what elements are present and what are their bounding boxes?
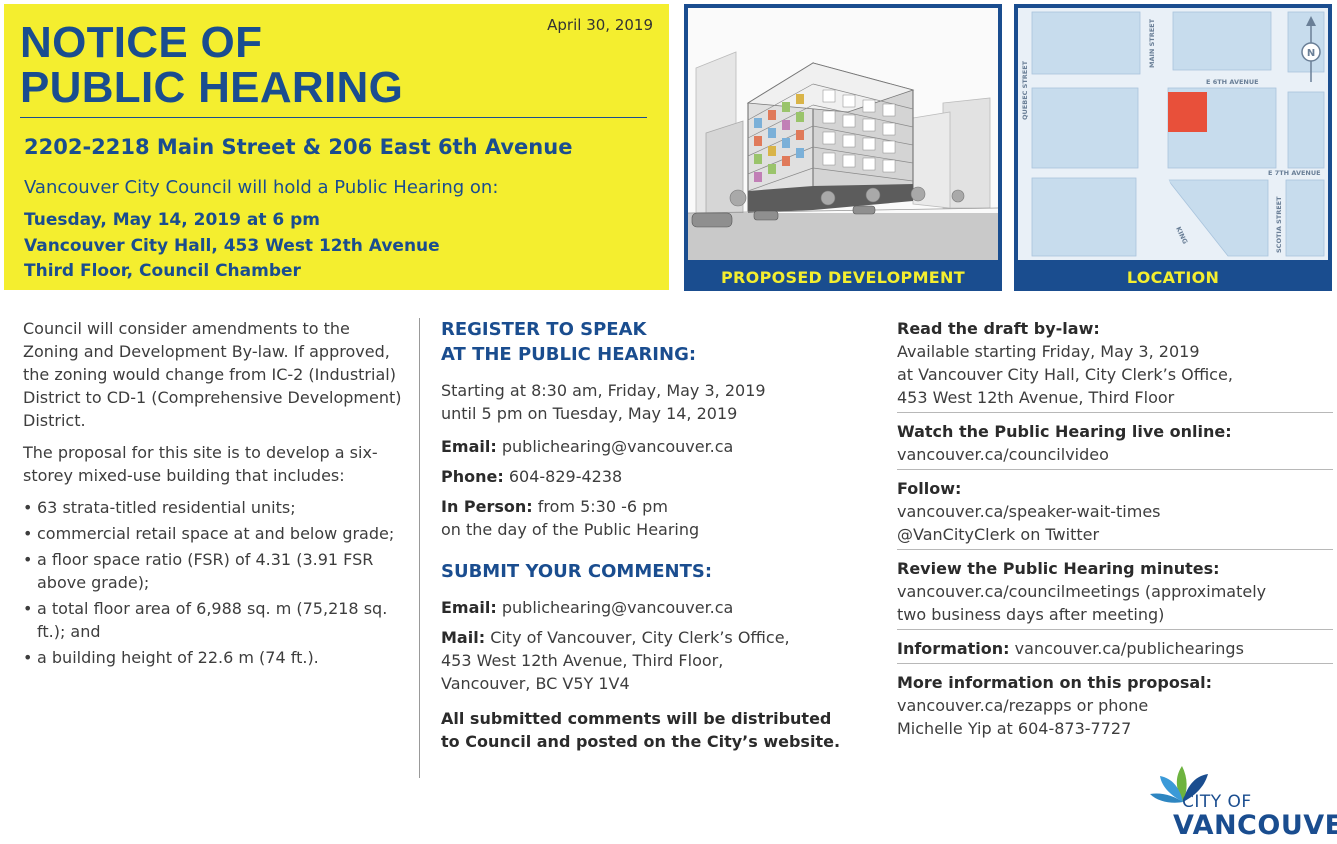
map-label-scotia: SCOTIA STREET (1275, 196, 1283, 253)
submit-email-link[interactable]: publichearing@vancouver.ca (502, 598, 734, 617)
general-info: Information: vancouver.ca/publichearings (897, 637, 1333, 664)
register-heading: REGISTER TO SPEAK AT THE PUBLIC HEARING: (441, 319, 697, 365)
map-label-main-street: MAIN STREET (1148, 18, 1156, 68)
list-item: a building height of 22.6 m (74 ft.). (23, 646, 403, 669)
svg-text:N: N (1307, 48, 1315, 59)
notice-date: April 30, 2019 (547, 16, 653, 34)
council-video-link[interactable]: vancouver.ca/councilvideo (897, 443, 1333, 466)
speaker-wait-times-link[interactable]: vancouver.ca/speaker-wait-times (897, 500, 1333, 523)
comments-note: All submitted comments will be distribut… (441, 709, 841, 751)
header-divider (20, 117, 647, 118)
register-and-submit: REGISTER TO SPEAK AT THE PUBLIC HEARING:… (441, 317, 881, 753)
submit-mail: Mail: City of Vancouver, City Clerk’s Of… (441, 628, 790, 693)
council-meetings-link[interactable]: vancouver.ca/councilmeetings (approximat… (897, 580, 1333, 603)
proposal-paragraph: The proposal for this site is to develop… (23, 443, 378, 485)
registration-window: Starting at 8:30 am, Friday, May 3, 2019… (441, 381, 766, 423)
map-label-e7: E 7TH AVENUE (1268, 169, 1321, 177)
hearing-room: Third Floor, Council Chamber (24, 261, 301, 281)
location-panel: MAIN STREET QUEBEC STREET E 6TH AVENUE E… (1014, 4, 1332, 291)
page-title: NOTICE OF PUBLIC HEARING (20, 20, 403, 110)
location-map-image: MAIN STREET QUEBEC STREET E 6TH AVENUE E… (1018, 8, 1328, 260)
logo-city-of: CITY OF (1182, 792, 1252, 812)
column-divider (419, 318, 420, 778)
site-address: 2202-2218 Main Street & 206 East 6th Ave… (24, 135, 573, 159)
hearing-venue: Vancouver City Hall, 453 West 12th Avenu… (24, 235, 440, 256)
register-email-link[interactable]: publichearing@vancouver.ca (502, 437, 734, 456)
submit-email: Email: publichearing@vancouver.ca (441, 598, 734, 617)
hearing-date-time: Tuesday, May 14, 2019 at 6 pm (24, 210, 321, 230)
watch-live-info: Watch the Public Hearing live online: va… (897, 420, 1333, 470)
map-label-quebec-street: QUEBEC STREET (1021, 60, 1029, 120)
information-column: Read the draft by-law: Available startin… (897, 317, 1333, 750)
hearing-details: Tuesday, May 14, 2019 at 6 pm Vancouver … (24, 208, 440, 285)
logo-vancouver: VANCOUVER (1173, 810, 1337, 841)
site-marker (1168, 92, 1207, 132)
title-line-1: NOTICE OF (20, 18, 263, 67)
minutes-info: Review the Public Hearing minutes: vanco… (897, 557, 1333, 630)
register-in-person: In Person: from 5:30 -6 pm on the day of… (441, 497, 700, 539)
location-map: MAIN STREET QUEBEC STREET E 6TH AVENUE E… (1018, 8, 1328, 260)
rezapps-link[interactable]: vancouver.ca/rezapps or phone (897, 694, 1333, 717)
list-item: a floor space ratio (FSR) of 4.31 (3.91 … (23, 548, 403, 594)
notice-header: April 30, 2019 NOTICE OF PUBLIC HEARING … (4, 4, 669, 290)
proposed-development-caption: PROPOSED DEVELOPMENT (721, 268, 965, 287)
list-item: 63 strata-titled residential units; (23, 496, 403, 519)
building-rendering-image (688, 8, 998, 260)
proposal-info: More information on this proposal: vanco… (897, 671, 1333, 743)
register-phone: Phone: 604-829-4238 (441, 467, 623, 486)
public-hearings-link[interactable]: vancouver.ca/publichearings (1015, 639, 1244, 658)
list-item: a total floor area of 6,988 sq. m (75,21… (23, 597, 403, 643)
hearing-intro: Vancouver City Council will hold a Publi… (24, 177, 499, 198)
register-phone-number[interactable]: 604-829-4238 (509, 467, 622, 486)
city-of-vancouver-logo: CITY OF VANCOUVER (1148, 762, 1337, 842)
submit-heading: SUBMIT YOUR COMMENTS: (441, 561, 713, 582)
list-item: commercial retail space at and below gra… (23, 522, 403, 545)
location-caption: LOCATION (1126, 268, 1220, 287)
title-line-2: PUBLIC HEARING (20, 63, 404, 112)
register-email: Email: publichearing@vancouver.ca (441, 437, 734, 456)
proposal-list: 63 strata-titled residential units; comm… (23, 496, 403, 669)
map-label-e6: E 6TH AVENUE (1206, 78, 1259, 86)
twitter-handle[interactable]: @VanCityClerk on Twitter (897, 523, 1333, 546)
proposed-development-panel: PROPOSED DEVELOPMENT (684, 4, 1002, 291)
follow-info: Follow: vancouver.ca/speaker-wait-times … (897, 477, 1333, 550)
draft-bylaw-info: Read the draft by-law: Available startin… (897, 317, 1333, 413)
proposal-description: Council will consider amendments to the … (23, 317, 403, 672)
zoning-paragraph: Council will consider amendments to the … (23, 319, 402, 430)
building-rendering (688, 8, 998, 260)
